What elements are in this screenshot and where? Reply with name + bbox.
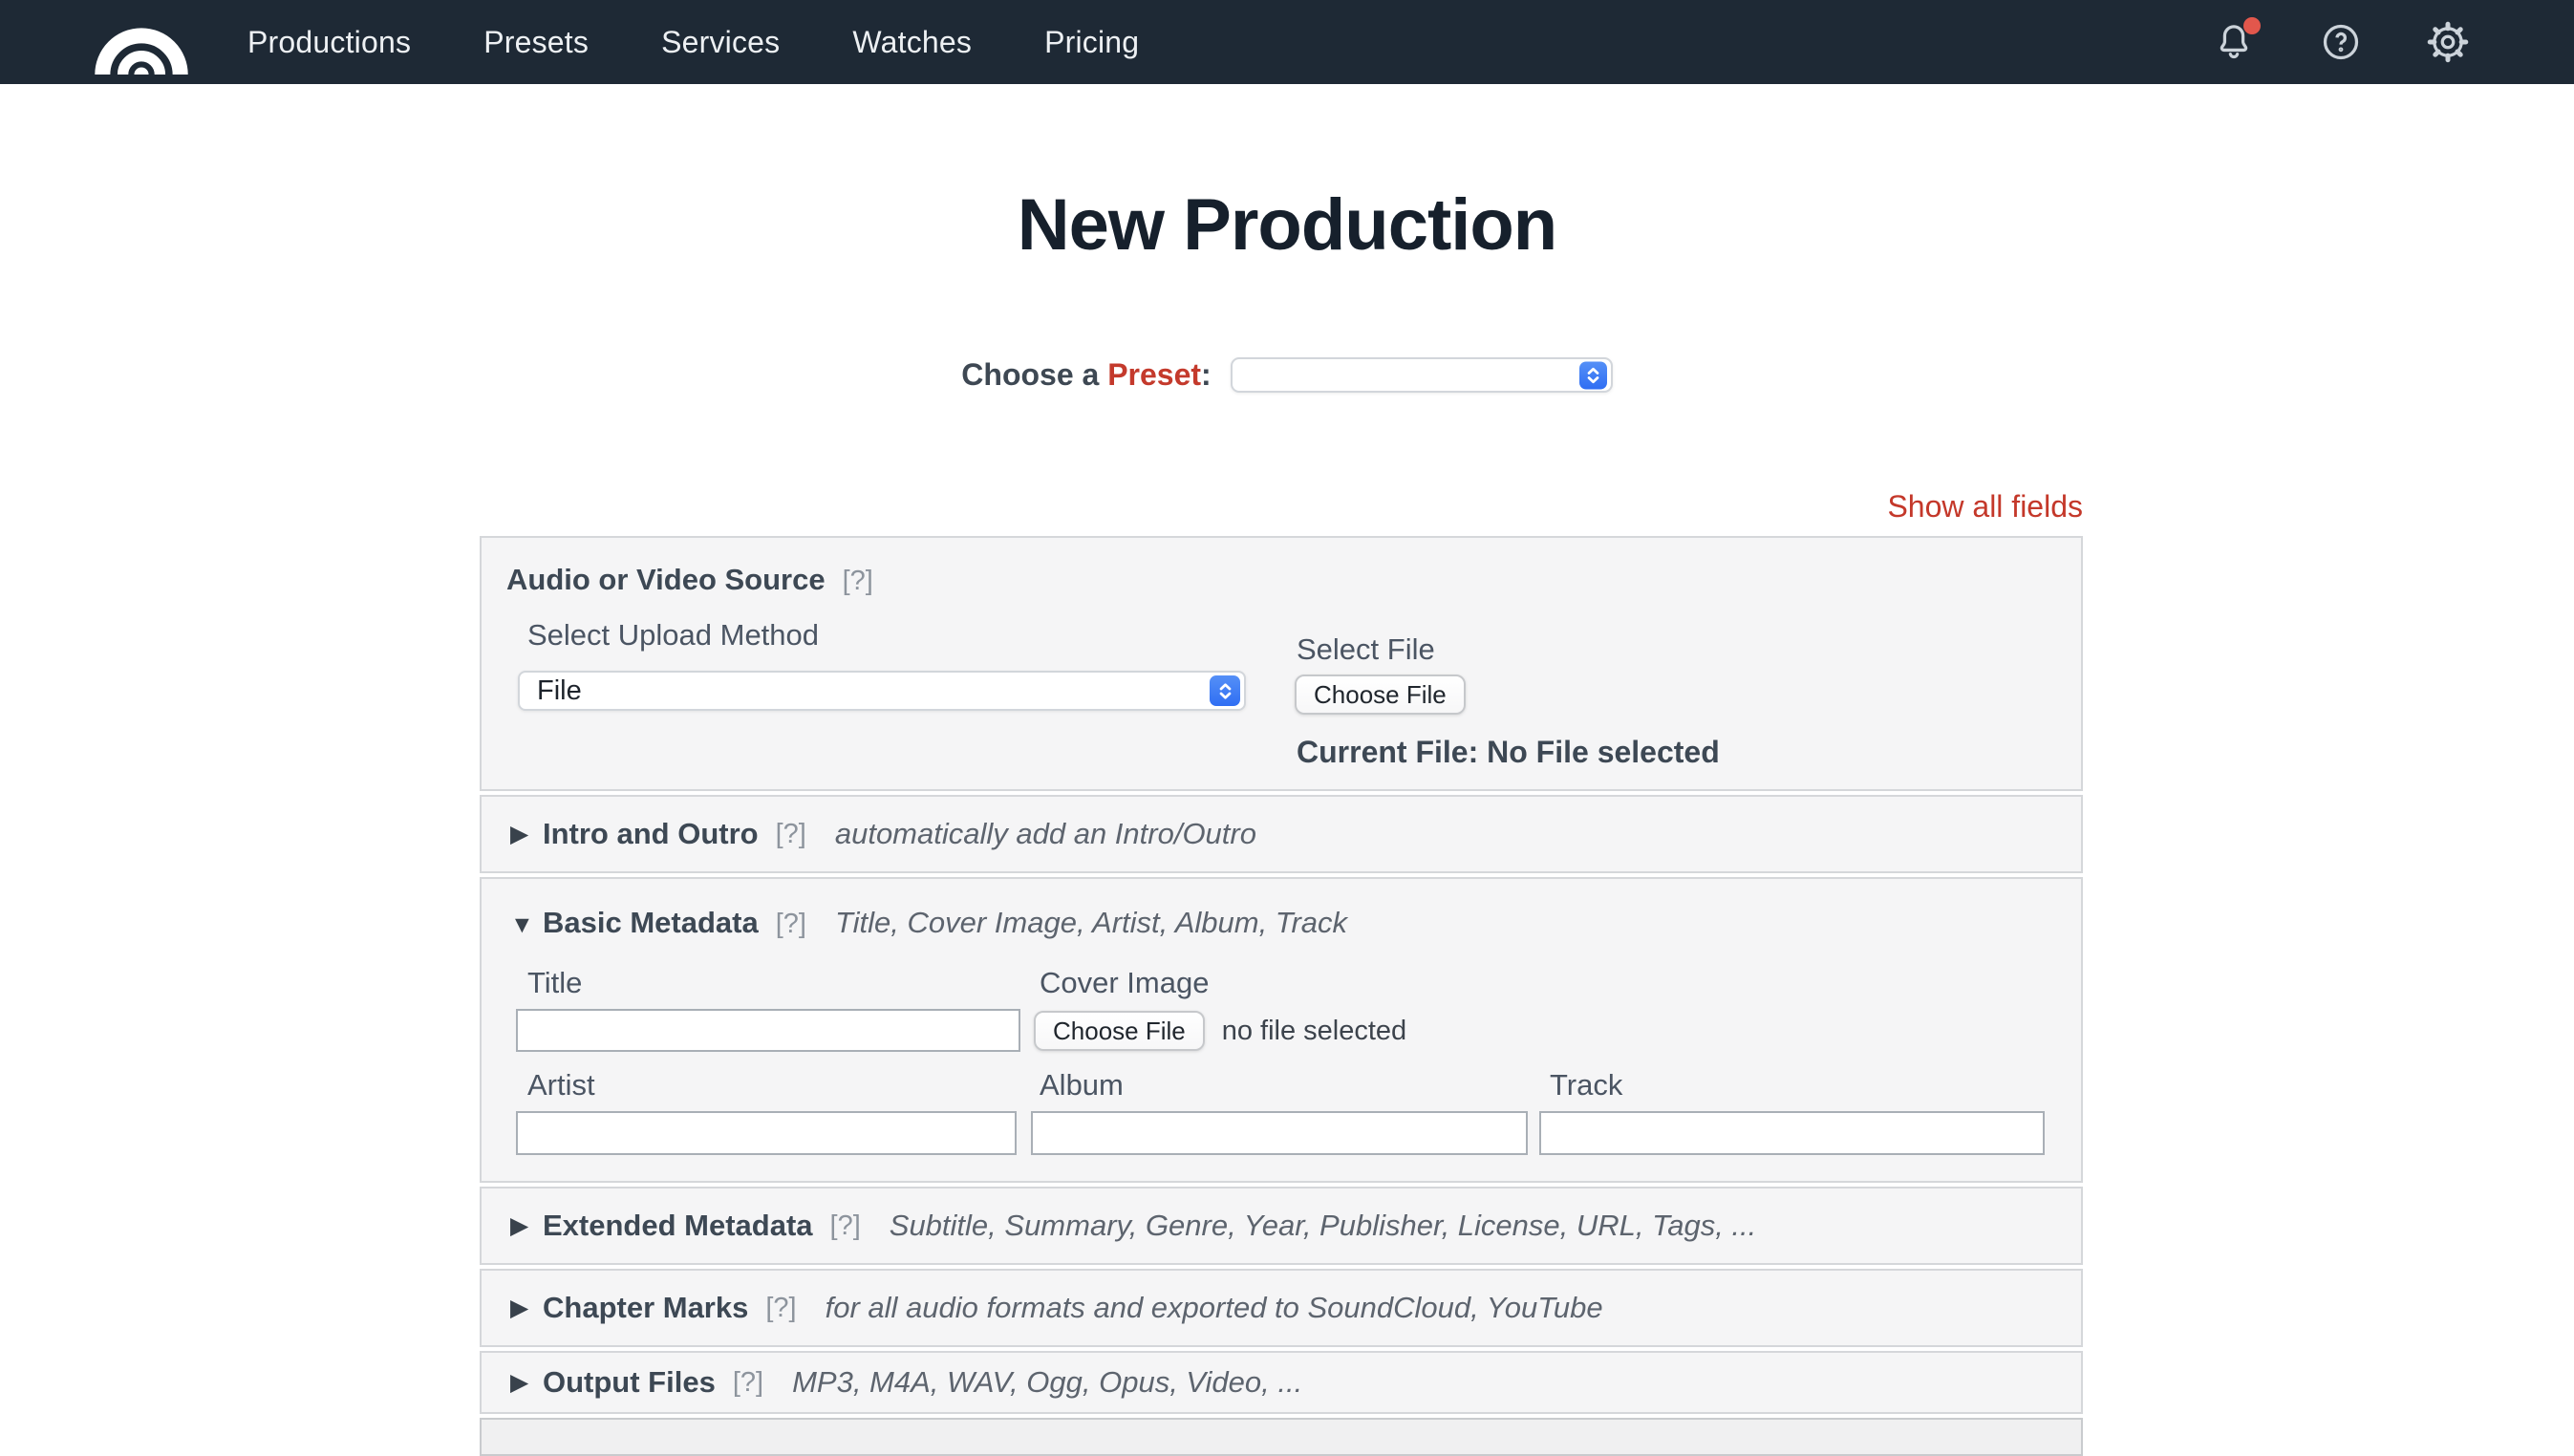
album-input[interactable] [1031, 1111, 1528, 1155]
help-link[interactable]: [?] [733, 1367, 763, 1399]
expand-arrow-icon: ▼ [510, 911, 543, 939]
page-title: New Production [0, 183, 2574, 267]
cover-choose-file-button[interactable]: Choose File [1034, 1011, 1205, 1051]
main-nav: Productions Presets Services Watches Pri… [247, 25, 1139, 60]
track-label: Track [1550, 1068, 1622, 1103]
nav-services[interactable]: Services [661, 25, 780, 60]
select-file-label: Select File [1297, 632, 1435, 667]
section-output-files[interactable]: ▶ Output Files [?] MP3, M4A, WAV, Ogg, O… [480, 1351, 2083, 1414]
section-title: Basic Metadata [543, 906, 759, 940]
title-input[interactable] [516, 1009, 1020, 1052]
section-title: Output Files [543, 1365, 716, 1400]
artist-input[interactable] [516, 1111, 1017, 1155]
cover-image-label: Cover Image [1040, 966, 1209, 1000]
navbar-actions [2211, 19, 2471, 65]
section-title: Intro and Outro [543, 817, 759, 851]
upload-method-value: File [520, 675, 1244, 707]
show-all-fields-link[interactable]: Show all fields [1887, 489, 2083, 525]
preset-label: Choose a Preset: [961, 357, 1211, 393]
upload-method-label: Select Upload Method [527, 618, 819, 653]
section-audio-source: Audio or Video Source [?] Select Upload … [480, 536, 2083, 791]
nav-pricing[interactable]: Pricing [1044, 25, 1139, 60]
section-description: Title, Cover Image, Artist, Album, Track [835, 906, 1347, 940]
help-button[interactable] [2318, 19, 2364, 65]
section-description: for all audio formats and exported to So… [826, 1291, 1603, 1325]
auphonic-logo[interactable] [91, 9, 192, 75]
collapse-arrow-icon: ▶ [510, 1368, 543, 1397]
select-stepper-icon [1579, 361, 1607, 389]
basic-metadata-header[interactable]: ▼ Basic Metadata [?] Title, Cover Image,… [510, 906, 2052, 940]
collapse-arrow-icon: ▶ [510, 1211, 543, 1240]
select-stepper-icon [1210, 675, 1240, 706]
auphonic-logo-icon [91, 9, 192, 75]
collapse-arrow-icon: ▶ [510, 1294, 543, 1322]
choose-file-button[interactable]: Choose File [1295, 674, 1466, 715]
section-intro-outro[interactable]: ▶ Intro and Outro [?] automatically add … [480, 795, 2083, 873]
notification-badge [2243, 17, 2261, 34]
gear-icon [2426, 20, 2470, 64]
title-label: Title [527, 966, 582, 1000]
section-description: automatically add an Intro/Outro [835, 817, 1256, 851]
section-next-partial [480, 1418, 2083, 1456]
cover-file-status: no file selected [1222, 1016, 1406, 1047]
help-link[interactable]: [?] [776, 909, 806, 940]
help-link[interactable]: [?] [776, 819, 806, 850]
production-form: Audio or Video Source [?] Select Upload … [480, 536, 2083, 1456]
notifications-button[interactable] [2211, 19, 2257, 65]
help-link[interactable]: [?] [765, 1293, 796, 1324]
section-description: Subtitle, Summary, Genre, Year, Publishe… [890, 1209, 1757, 1243]
track-input[interactable] [1539, 1111, 2045, 1155]
current-file-status: Current File: No File selected [1297, 735, 1720, 770]
section-title: Audio or Video Source [506, 563, 826, 597]
section-description: MP3, M4A, WAV, Ogg, Opus, Video, ... [792, 1365, 1302, 1400]
preset-accent: Preset [1107, 357, 1201, 392]
help-link[interactable]: [?] [830, 1210, 861, 1242]
preset-chooser: Choose a Preset: [0, 357, 2574, 393]
section-title: Chapter Marks [543, 1291, 748, 1325]
nav-presets[interactable]: Presets [483, 25, 589, 60]
top-navbar: Productions Presets Services Watches Pri… [0, 0, 2574, 84]
section-extended-metadata[interactable]: ▶ Extended Metadata [?] Subtitle, Summar… [480, 1187, 2083, 1265]
section-basic-metadata: ▼ Basic Metadata [?] Title, Cover Image,… [480, 877, 2083, 1183]
preset-select[interactable] [1231, 357, 1613, 393]
artist-label: Artist [527, 1068, 595, 1103]
collapse-arrow-icon: ▶ [510, 820, 543, 848]
settings-button[interactable] [2425, 19, 2471, 65]
upload-method-select[interactable]: File [518, 671, 1246, 711]
section-title: Extended Metadata [543, 1209, 813, 1243]
nav-watches[interactable]: Watches [852, 25, 972, 60]
nav-productions[interactable]: Productions [247, 25, 411, 60]
section-chapter-marks[interactable]: ▶ Chapter Marks [?] for all audio format… [480, 1269, 2083, 1347]
album-label: Album [1040, 1068, 1124, 1103]
question-circle-icon [2319, 20, 2363, 64]
cover-image-file-input: Choose File no file selected [1034, 1011, 1406, 1051]
help-link[interactable]: [?] [843, 566, 873, 597]
